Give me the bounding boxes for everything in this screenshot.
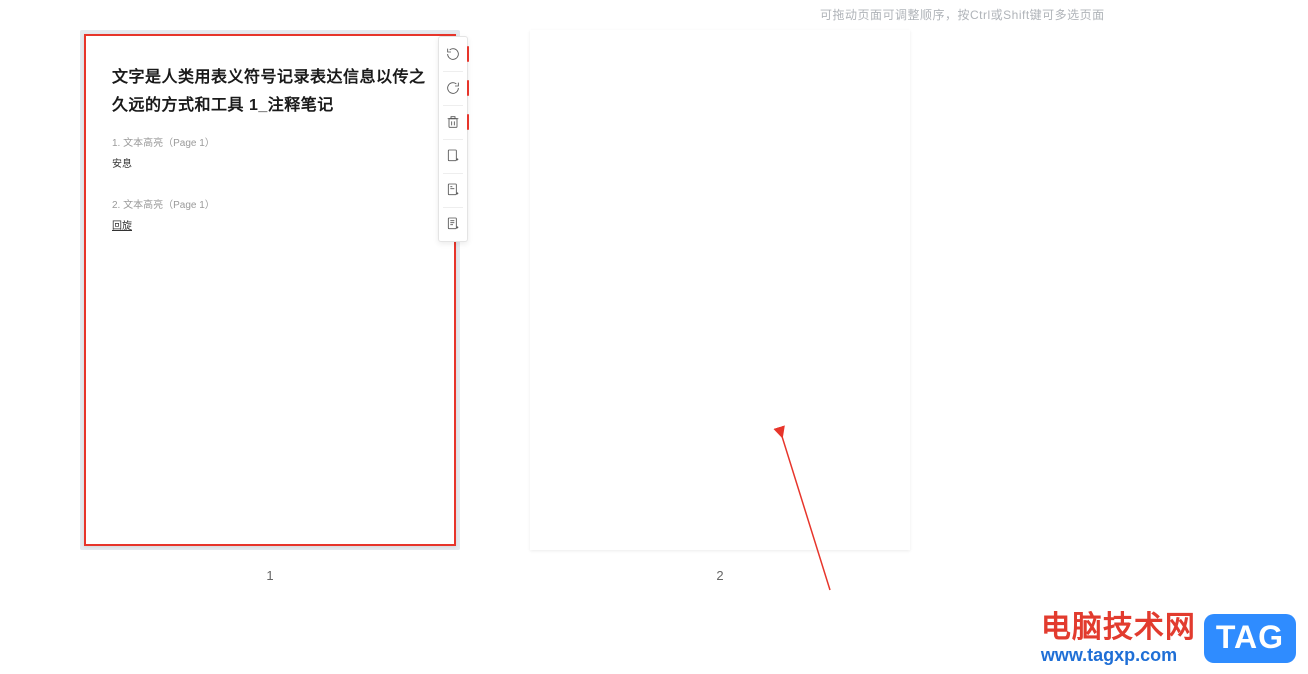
rotate-cw-icon xyxy=(445,46,461,62)
page-1-number: 1 xyxy=(80,568,460,583)
page-thumbnail-1[interactable]: 文字是人类用表义符号记录表达信息以传之久远的方式和工具 1_注释笔记 1. 文本… xyxy=(80,30,460,583)
tag-badge: TAG xyxy=(1204,614,1296,663)
rotate-ccw-button[interactable] xyxy=(439,71,467,105)
rotate-cw-button[interactable] xyxy=(439,37,467,71)
insert-blank-button[interactable] xyxy=(439,139,467,173)
watermark: 电脑技术网 www.tagxp.com TAG xyxy=(1041,611,1296,666)
insert-image-button[interactable] xyxy=(439,173,467,207)
rotate-ccw-icon xyxy=(445,80,461,96)
watermark-url: www.tagxp.com xyxy=(1041,646,1196,666)
trash-icon xyxy=(445,114,461,130)
page-thumbnail-2[interactable]: 2 xyxy=(530,30,910,583)
annotation-2-header: 2. 文本高亮（Page 1） xyxy=(112,196,428,211)
page-1-canvas: 文字是人类用表义符号记录表达信息以传之久远的方式和工具 1_注释笔记 1. 文本… xyxy=(84,34,456,546)
page-plus-icon xyxy=(445,148,461,164)
page-image-plus-icon xyxy=(445,182,461,198)
annotation-1-body: 安息 xyxy=(112,155,428,170)
watermark-cn: 电脑技术网 xyxy=(1041,611,1196,644)
annotation-2-body: 回旋 xyxy=(112,217,428,232)
red-indicator xyxy=(467,114,469,130)
red-indicator xyxy=(467,46,469,62)
page-file-plus-icon xyxy=(445,216,461,232)
drag-hint-text: 可拖动页面可调整顺序，按Ctrl或Shift键可多选页面 xyxy=(820,6,1105,23)
document-title: 文字是人类用表义符号记录表达信息以传之久远的方式和工具 1_注释笔记 xyxy=(112,64,428,120)
annotation-1-header: 1. 文本高亮（Page 1） xyxy=(112,134,428,149)
page-2-canvas xyxy=(530,30,910,550)
insert-file-button[interactable] xyxy=(439,207,467,241)
page-toolbar xyxy=(438,36,468,242)
red-indicator xyxy=(467,80,469,96)
delete-button[interactable] xyxy=(439,105,467,139)
page-2-number: 2 xyxy=(530,568,910,583)
